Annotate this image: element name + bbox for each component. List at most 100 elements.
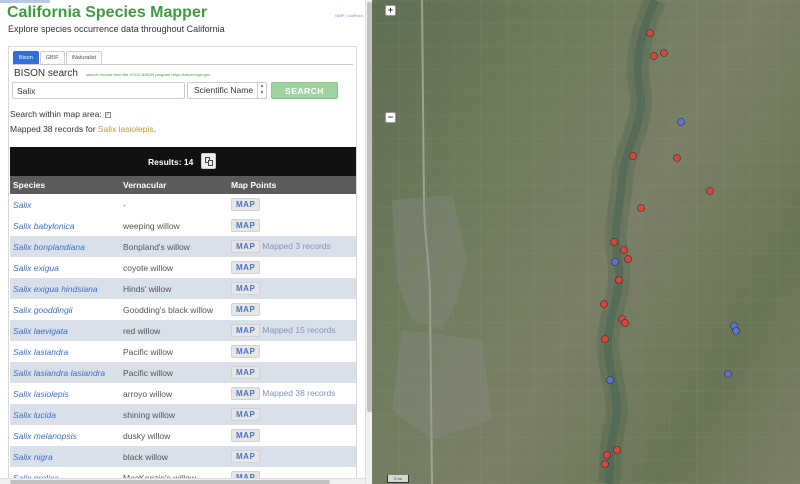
occurrence-marker[interactable]: [650, 52, 658, 60]
vernacular-name: dusky willow: [123, 430, 171, 441]
occurrence-marker[interactable]: [620, 246, 628, 254]
within-map-area-checkbox[interactable]: ✓: [104, 111, 111, 118]
search-note: search records from the USGS BISON progr…: [86, 72, 211, 77]
species-name[interactable]: Salix exigua: [10, 257, 120, 278]
zoom-in-button[interactable]: +: [385, 5, 396, 16]
table-row: Salix - MAP: [10, 194, 356, 215]
vernacular-name: Bonpland's willow: [120, 236, 228, 257]
species-name[interactable]: Salix lasiandra: [10, 341, 120, 362]
occurrence-marker[interactable]: [600, 300, 608, 308]
occurrence-marker[interactable]: [677, 118, 685, 126]
mapped-count: Mapped 3 records: [262, 241, 331, 251]
source-tabs: Bison GBIF iNaturalist: [13, 51, 103, 65]
occurrence-marker[interactable]: [613, 446, 621, 454]
species-name[interactable]: Salix exigua hindsiana: [10, 278, 120, 299]
occurrence-marker[interactable]: [610, 238, 618, 246]
map-button[interactable]: MAP: [231, 366, 261, 379]
vernacular-name: black willow: [120, 446, 228, 467]
horizontal-scroll-thumb[interactable]: [10, 480, 330, 484]
occurrence-marker[interactable]: [624, 255, 632, 263]
occurrence-marker[interactable]: [606, 376, 614, 384]
copy-results-button[interactable]: [201, 153, 216, 169]
select-arrows-icon: ▲ ▼: [257, 83, 266, 98]
tab-bison[interactable]: Bison: [13, 51, 39, 65]
search-type-select[interactable]: Scientific Name ▲ ▼: [187, 82, 267, 99]
map-button[interactable]: MAP: [231, 408, 261, 421]
mapped-message-species[interactable]: Salix lasiolepis: [98, 124, 154, 134]
table-row: Salix laevigata red willow MAP Mapped 15 re…: [10, 320, 356, 341]
species-name[interactable]: Salix laevigata: [10, 320, 120, 341]
occurrence-marker[interactable]: [732, 327, 740, 335]
vernacular-name: Pacific willow: [123, 346, 174, 357]
species-name[interactable]: Salix bonplandiana: [10, 236, 120, 257]
occurrence-marker[interactable]: [621, 319, 629, 327]
occurrence-marker[interactable]: [660, 49, 668, 57]
app-subtitle: Explore species occurrence data througho…: [8, 24, 225, 34]
vernacular-name: Goodding's black willow: [123, 304, 213, 315]
table-row: Salix exigua coyote willow MAP: [10, 257, 356, 278]
map-button[interactable]: MAP: [231, 345, 261, 358]
species-name[interactable]: Salix melanopsis: [10, 425, 120, 446]
occurrence-marker[interactable]: [646, 29, 654, 37]
occurrence-marker[interactable]: [601, 460, 609, 468]
occurrence-marker[interactable]: [601, 335, 609, 343]
mapped-count: Mapped 15 records: [262, 325, 336, 335]
top-accent-bar: [0, 0, 50, 3]
table-row: Salix exigua hindsiana Hinds' willow MAP: [10, 278, 356, 299]
search-button[interactable]: SEARCH: [271, 82, 338, 99]
occurrence-marker[interactable]: [603, 451, 611, 459]
map-points-cell: MAP Mapped 3 records: [228, 236, 356, 257]
occurrence-marker[interactable]: [673, 154, 681, 162]
map-button[interactable]: MAP: [231, 324, 261, 337]
map-button[interactable]: MAP: [231, 450, 261, 463]
map-overlay: [392, 0, 740, 484]
map-button[interactable]: MAP: [231, 282, 261, 295]
tab-gbif[interactable]: GBIF: [39, 51, 65, 65]
map-button[interactable]: MAP: [231, 261, 261, 274]
occurrence-marker[interactable]: [611, 258, 619, 266]
table-row: Salix lasiolepis arroyo willow MAP Mapped 3…: [10, 383, 356, 404]
species-name[interactable]: Salix nigra: [10, 446, 120, 467]
map-points-cell: MAP Mapped 15 records: [228, 320, 356, 341]
species-name[interactable]: Salix lasiandra lasiandra: [10, 362, 120, 383]
within-map-area-label: Search within map area:: [10, 109, 102, 119]
occurrence-marker[interactable]: [637, 204, 645, 212]
tab-inaturalist[interactable]: iNaturalist: [65, 51, 103, 65]
map-button[interactable]: MAP: [231, 387, 261, 400]
map-button[interactable]: MAP: [231, 429, 261, 442]
search-input[interactable]: [12, 82, 185, 99]
occurrence-marker[interactable]: [629, 152, 637, 160]
zoom-out-button[interactable]: −: [385, 112, 396, 123]
map-points-cell: MAP: [228, 194, 356, 215]
table-row: Salix melanopsis dusky willow MAP: [10, 425, 356, 446]
occurrence-marker[interactable]: [615, 276, 623, 284]
occurrence-marker[interactable]: [724, 370, 732, 378]
species-name[interactable]: Salix: [10, 194, 120, 215]
occurrence-marker[interactable]: [706, 187, 714, 195]
column-vernacular: Vernacular: [120, 176, 228, 194]
map-points-cell: MAP: [228, 404, 356, 425]
tab-divider: [13, 64, 353, 65]
map-button[interactable]: MAP: [231, 240, 261, 253]
table-row: Salix babylonica weeping willow MAP: [10, 215, 356, 236]
search-panel: Bison GBIF iNaturalist BISON search sear…: [8, 46, 357, 484]
vernacular-name: red willow: [120, 320, 228, 341]
species-name[interactable]: Salix lucida: [10, 404, 120, 425]
species-name[interactable]: Salix lasiolepis: [10, 383, 120, 404]
map-button[interactable]: MAP: [231, 219, 261, 232]
species-name[interactable]: Salix gooddingii: [10, 299, 120, 320]
map-button[interactable]: MAP: [231, 303, 261, 316]
results-count: Results: 14: [148, 157, 194, 167]
vertical-scrollbar[interactable]: [365, 0, 372, 484]
map-view[interactable]: + − 2 mi: [372, 0, 800, 484]
header-link[interactable]: GBIF | CalFlora: [335, 13, 363, 18]
species-name[interactable]: Salix babylonica: [10, 215, 120, 236]
map-button[interactable]: MAP: [231, 198, 261, 211]
table-row: Salix gooddingii Goodding's black willow M…: [10, 299, 356, 320]
horizontal-scrollbar[interactable]: [0, 478, 365, 484]
vernacular-name: shining willow: [120, 404, 228, 425]
search-type-value: Scientific Name: [194, 85, 254, 95]
mapped-message: Mapped 38 records for Salix lasiolepis.: [10, 124, 156, 134]
map-points-cell: MAP: [228, 425, 356, 446]
vernacular-name: weeping willow: [123, 220, 180, 231]
